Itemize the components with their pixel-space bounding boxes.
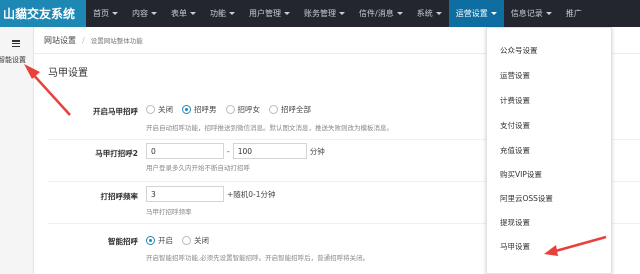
sidebar-item-smart-settings[interactable]: 智能设置 bbox=[0, 33, 34, 73]
smart-radio-group: 开启 关闭 bbox=[146, 235, 218, 246]
frequency-control: 3 +随机0-1分钟 bbox=[146, 186, 279, 202]
frequency-help: 马甲打招呼频率 bbox=[146, 208, 192, 216]
chevron-down-icon bbox=[229, 12, 235, 15]
nav-item-content[interactable]: 内容 bbox=[125, 0, 164, 27]
greeting2-unit: 分钟 bbox=[309, 146, 325, 156]
radio-label: 关闭 bbox=[158, 105, 173, 114]
radio-circle-icon bbox=[182, 236, 191, 245]
greeting-help: 开启自动招呼功能，招呼推送到微信消息。默认图文消息，推送失败则改为模板消息。 bbox=[146, 124, 393, 132]
nav-item-function[interactable]: 功能 bbox=[203, 0, 242, 27]
brand-logo[interactable]: 山貓交友系统 bbox=[0, 0, 86, 27]
menu-item-payment-settings[interactable]: 支付设置 bbox=[500, 120, 530, 131]
frequency-suffix: +随机0-1分钟 bbox=[227, 189, 276, 199]
nav-item-operations[interactable]: 运营设置 bbox=[448, 0, 504, 27]
radio-checked-icon bbox=[182, 105, 191, 114]
nav-menu: 首页 内容 表单 功能 用户管理 账务管理 信件/消息 系统 运营设置 信息记录… bbox=[86, 0, 589, 27]
frequency-input[interactable]: 3 bbox=[146, 186, 224, 202]
chevron-down-icon bbox=[339, 12, 345, 15]
radio-label: 招呼全部 bbox=[281, 105, 311, 114]
radio-smart-on[interactable]: 开启 bbox=[146, 235, 173, 246]
nav-item-system[interactable]: 系统 bbox=[410, 0, 449, 27]
smart-label: 智能招呼 bbox=[108, 237, 138, 246]
menu-item-vip-settings[interactable]: 购买VIP设置 bbox=[500, 169, 542, 180]
nav-label: 信件/消息 bbox=[359, 9, 394, 18]
menu-item-withdraw-settings[interactable]: 提现设置 bbox=[500, 217, 530, 228]
chevron-down-icon bbox=[284, 12, 290, 15]
menu-item-recharge-settings[interactable]: 充值设置 bbox=[500, 145, 530, 156]
nav-label: 账务管理 bbox=[304, 9, 336, 18]
radio-greeting-male[interactable]: 招呼男 bbox=[182, 104, 217, 115]
menu-item-oss-settings[interactable]: 阿里云OSS设置 bbox=[500, 193, 553, 204]
radio-label: 关闭 bbox=[194, 236, 209, 245]
operations-dropdown-menu: 公众号设置 运营设置 计费设置 支付设置 充值设置 购买VIP设置 阿里云OSS… bbox=[486, 27, 612, 274]
breadcrumb-separator: / bbox=[82, 35, 85, 45]
breadcrumb-description: 设置网站整体功能 bbox=[90, 37, 143, 45]
nav-item-records[interactable]: 信息记录 bbox=[504, 0, 559, 27]
sidebar-item-label: 智能设置 bbox=[0, 56, 26, 64]
section-title: 马甲设置 bbox=[48, 68, 88, 79]
greeting-radio-group: 关闭 招呼男 招呼女 招呼全部 bbox=[146, 104, 320, 115]
nav-item-home[interactable]: 首页 bbox=[86, 0, 125, 27]
nav-label: 运营设置 bbox=[455, 9, 488, 18]
radio-checked-icon bbox=[146, 236, 155, 245]
chevron-down-icon bbox=[435, 12, 442, 15]
nav-item-user-management[interactable]: 用户管理 bbox=[242, 0, 297, 27]
nav-label: 推广 bbox=[565, 9, 582, 18]
radio-label: 开启 bbox=[158, 236, 173, 245]
smart-help: 开启智能招呼功能,必须先设置智能招呼。开启智能招呼后，普通招呼将关闭。 bbox=[146, 254, 370, 262]
chevron-down-icon bbox=[112, 12, 118, 15]
greeting2-to-input[interactable]: 100 bbox=[232, 143, 307, 159]
chevron-down-icon bbox=[396, 12, 403, 15]
radio-label: 招呼女 bbox=[237, 105, 261, 114]
greeting2-label: 马甲打招呼2 bbox=[95, 149, 138, 158]
nav-label: 首页 bbox=[93, 9, 109, 18]
chevron-down-icon bbox=[151, 12, 157, 15]
chevron-down-icon bbox=[190, 12, 196, 15]
greeting2-range: 0 - 100 分钟 bbox=[146, 143, 328, 159]
nav-item-account-management[interactable]: 账务管理 bbox=[297, 0, 352, 27]
nav-label: 表单 bbox=[171, 9, 187, 18]
nav-label: 用户管理 bbox=[249, 9, 281, 18]
nav-label: 系统 bbox=[416, 9, 433, 18]
radio-smart-off[interactable]: 关闭 bbox=[182, 235, 209, 246]
greeting-label: 开启马甲招呼 bbox=[93, 107, 138, 116]
nav-item-promotion[interactable]: 推广 bbox=[559, 0, 589, 27]
range-dash: - bbox=[227, 146, 230, 156]
nav-label: 内容 bbox=[132, 9, 148, 18]
sidebar: 智能设置 bbox=[0, 27, 34, 274]
list-icon bbox=[12, 40, 20, 48]
greeting2-from-input[interactable]: 0 bbox=[146, 143, 224, 159]
radio-label: 招呼男 bbox=[194, 105, 217, 114]
radio-greeting-off[interactable]: 关闭 bbox=[146, 104, 173, 115]
radio-greeting-all[interactable]: 招呼全部 bbox=[269, 104, 311, 115]
menu-item-operations-settings[interactable]: 运营设置 bbox=[500, 70, 530, 81]
breadcrumb-title[interactable]: 网站设置 bbox=[44, 35, 76, 46]
nav-label: 信息记录 bbox=[510, 9, 543, 18]
menu-item-wechat-settings[interactable]: 公众号设置 bbox=[500, 45, 538, 56]
frequency-label: 打招呼频率 bbox=[100, 192, 139, 201]
chevron-down-icon bbox=[490, 12, 497, 15]
radio-greeting-female[interactable]: 招呼女 bbox=[225, 104, 261, 115]
radio-circle-icon bbox=[269, 105, 278, 114]
greeting2-help: 用户登录多久内开始不断自动打招呼 bbox=[146, 164, 250, 172]
nav-item-form[interactable]: 表单 bbox=[164, 0, 203, 27]
chevron-down-icon bbox=[545, 12, 552, 15]
top-nav: 山貓交友系统 首页 内容 表单 功能 用户管理 账务管理 信件/消息 系统 运营… bbox=[0, 0, 640, 27]
radio-circle-icon bbox=[225, 105, 235, 114]
menu-item-billing-settings[interactable]: 计费设置 bbox=[500, 95, 530, 106]
menu-item-vest-settings[interactable]: 马甲设置 bbox=[500, 241, 530, 252]
nav-item-messages[interactable]: 信件/消息 bbox=[352, 0, 410, 27]
radio-circle-icon bbox=[146, 105, 155, 114]
nav-label: 功能 bbox=[210, 9, 226, 18]
